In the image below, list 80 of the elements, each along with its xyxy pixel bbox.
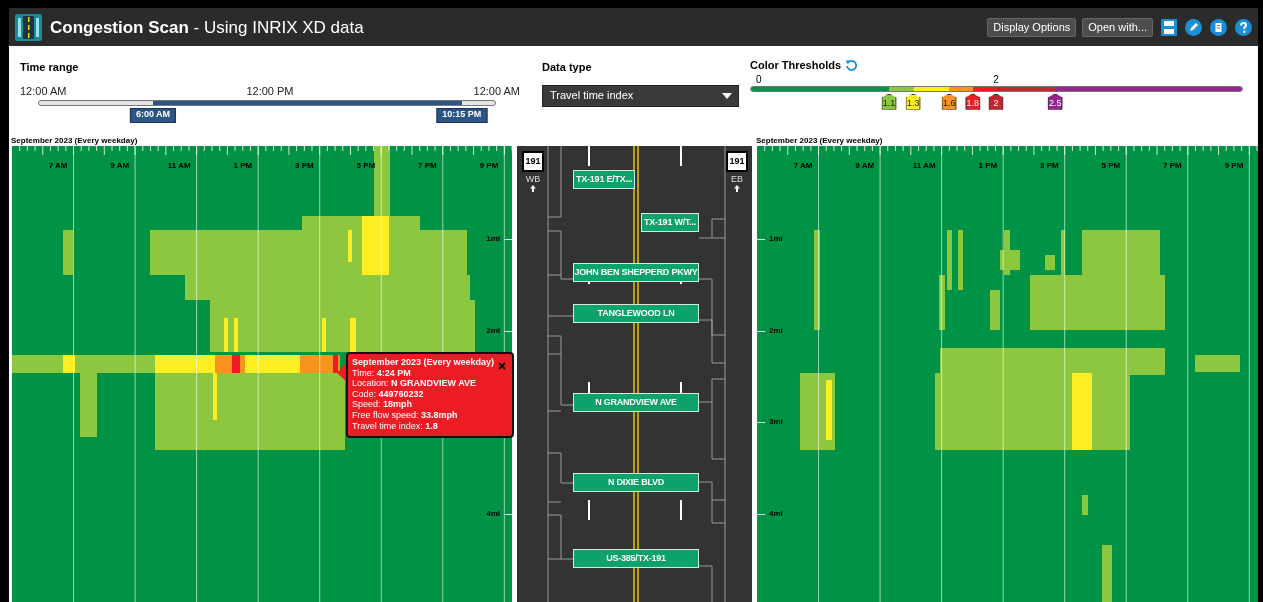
app-title: Congestion Scan - Using INRIX XD data: [50, 18, 364, 36]
mile-label: 1mi: [769, 235, 783, 243]
save-icon[interactable]: [1161, 18, 1177, 36]
tooltip-title: September 2023 (Every weekday): [352, 357, 495, 368]
tooltip-line: Time: 4:24 PM: [352, 367, 412, 379]
hour-label: 9 AM: [855, 162, 875, 170]
congestion-block[interactable]: [814, 230, 820, 330]
time-handle[interactable]: 6:00 AM: [129, 107, 177, 123]
congestion-block[interactable]: [939, 275, 945, 330]
direction-label: WB: [525, 175, 541, 184]
congestion-block[interactable]: [155, 373, 345, 450]
direction-arrow-icon: [530, 185, 536, 192]
congestion-block[interactable]: [940, 348, 1165, 375]
tooltip-line: Free flow speed: 33.8mph: [352, 409, 459, 421]
mile-label: 2mi: [486, 326, 500, 335]
time-range-label: Time range: [20, 60, 80, 75]
hour-label: 7 PM: [418, 162, 437, 170]
data-type-dropdown[interactable]: Travel time index: [542, 84, 739, 107]
lane-dash: [680, 500, 682, 520]
road-logo-icon: [15, 13, 42, 41]
time-axis-label: 12:00 AM: [20, 83, 67, 99]
help-icon[interactable]: [1235, 18, 1252, 36]
hour-label: 3 PM: [1040, 162, 1059, 170]
reset-icon[interactable]: [845, 58, 859, 72]
threshold-marker[interactable]: 1.8: [965, 93, 981, 110]
threshold-marker[interactable]: 1.3: [905, 93, 921, 110]
close-icon[interactable]: [498, 362, 506, 370]
tooltip-line: Travel time index: 1.8: [352, 420, 439, 432]
mile-label: 4mi: [486, 510, 500, 519]
hour-label: 11 AM: [912, 162, 936, 170]
time-axis-label: 12:00 AM: [473, 83, 520, 99]
threshold-tick-label: 2: [993, 74, 999, 85]
hour-label: 11 AM: [167, 162, 191, 170]
hour-label: 3 PM: [295, 162, 314, 170]
congestion-block[interactable]: [935, 373, 1130, 450]
highway-shield: 191: [522, 151, 544, 172]
threshold-marker[interactable]: 2: [988, 93, 1004, 110]
hour-label: 1 PM: [233, 162, 253, 170]
lane-dash: [588, 500, 590, 520]
mile-label: 2mi: [769, 326, 783, 335]
congestion-block[interactable]: [300, 355, 340, 373]
time-handle[interactable]: 10:15 PM: [436, 107, 488, 123]
direction-arrow-icon: [734, 185, 740, 192]
data-type-label: Data type: [542, 60, 593, 75]
congestion-block[interactable]: [75, 355, 155, 373]
threshold-tick-label: 0: [756, 74, 762, 85]
direction-label: EB: [731, 175, 743, 184]
hour-label: 5 PM: [1101, 162, 1121, 170]
hour-label: 9 AM: [110, 162, 130, 170]
hour-label: 7 AM: [793, 162, 813, 170]
chart-caption: September 2023 (Every weekday): [10, 135, 139, 146]
mile-label: 1mi: [486, 235, 500, 243]
lane-dash: [680, 146, 682, 166]
congestion-block[interactable]: [1000, 250, 1020, 270]
highway-shield: 191: [726, 151, 748, 172]
tooltip-line: Code: 449760232: [352, 388, 425, 400]
threshold-marker[interactable]: 1.1: [881, 93, 897, 110]
hour-label: 7 PM: [1163, 162, 1182, 170]
hour-label: 9 PM: [479, 162, 499, 170]
header-button[interactable]: Open with...: [1082, 17, 1153, 37]
hour-label: 1 PM: [978, 162, 998, 170]
chart-caption: September 2023 (Every weekday): [755, 135, 884, 146]
congestion-block[interactable]: [374, 146, 390, 216]
hour-label: 9 PM: [1224, 162, 1244, 170]
mile-label: 3mi: [769, 418, 783, 427]
mile-label: 4mi: [769, 510, 783, 519]
threshold-marker[interactable]: 1.6: [941, 93, 957, 110]
threshold-marker[interactable]: 2.5: [1047, 93, 1063, 110]
time-axis-label: 12:00 PM: [246, 83, 294, 99]
hour-label: 7 AM: [48, 162, 68, 170]
congestion-block[interactable]: [1061, 230, 1065, 275]
congestion-block[interactable]: [150, 230, 467, 275]
tooltip-line: Location: N GRANDVIEW AVE: [352, 378, 478, 389]
edit-icon[interactable]: [1185, 18, 1202, 36]
header-button[interactable]: Display Options: [987, 17, 1077, 37]
tooltip-line: Speed: 18mph: [352, 399, 414, 410]
lane-dash: [588, 146, 590, 166]
document-icon[interactable]: [1210, 18, 1227, 36]
color-thresholds-label: Color Thresholds: [750, 58, 842, 73]
caret-icon: [722, 92, 732, 99]
